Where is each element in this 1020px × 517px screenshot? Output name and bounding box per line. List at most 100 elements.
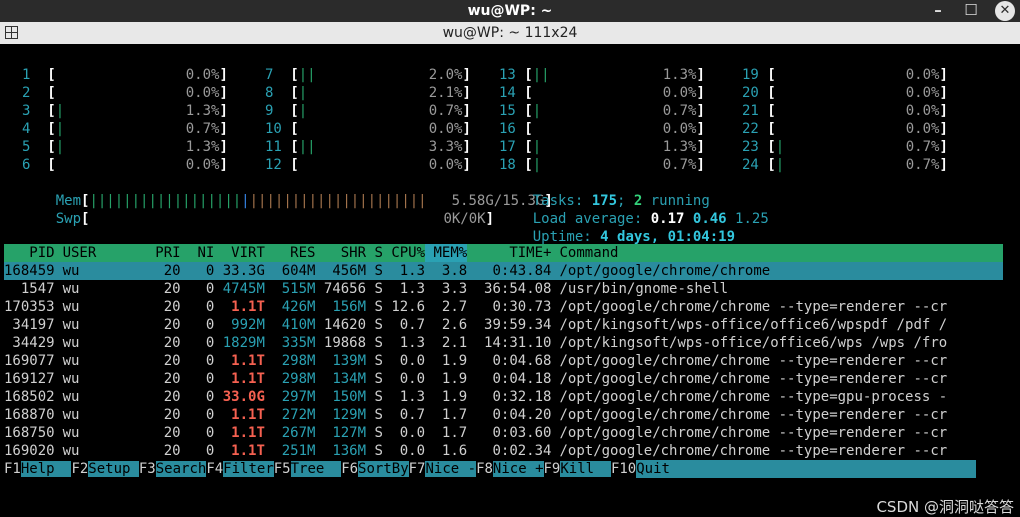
process-res: 267M [281, 425, 316, 441]
terminal-area[interactable]: 1 [0.0%] 2 [0.0%] 3 [| 1.3%] 4 [| 0.7%] 5 [| 1.… [0, 44, 1020, 516]
bracket: ] [462, 121, 471, 137]
process-row[interactable]: 170353 wu 20 0 1.1T 426M 156M S 12.6 2.7 0:30.73/o… [4, 298, 1003, 316]
process-row[interactable]: 168870 wu 20 0 1.1T 272M 129M S 0.7 1.7 0:04.20/op… [4, 406, 1003, 424]
column-ni[interactable]: NI [181, 244, 214, 262]
process-table-header[interactable]: PID USER PRI NI VIRT RES SHR S CPU% MEM% TIME+ Comm… [4, 244, 1003, 262]
process-pri: 20 [163, 407, 181, 423]
cpu-value: 3.3% [428, 139, 463, 155]
fkey-label-f2[interactable]: Setup [88, 461, 139, 477]
cpu-id: 20 [742, 85, 759, 101]
cpu-bar: | [55, 121, 65, 137]
column-shr[interactable]: SHR [315, 244, 366, 262]
fkey-f1[interactable]: F1 [4, 461, 21, 477]
process-mem: 1.6 [441, 443, 468, 459]
process-ni: 0 [205, 263, 215, 279]
fkey-f6[interactable]: F6 [341, 461, 358, 477]
process-pri: 20 [163, 443, 181, 459]
fkey-label-f10[interactable]: Quit [636, 460, 977, 478]
process-time: 0:03.60 [492, 425, 552, 441]
process-cpu: 1.3 [399, 263, 426, 279]
process-ni: 0 [205, 281, 215, 297]
process-row[interactable]: 168750 wu 20 0 1.1T 267M 127M S 0.0 1.7 0:03.60/op… [4, 424, 1003, 442]
bracket: [ [767, 103, 776, 119]
process-shr: 456M [332, 263, 367, 279]
process-virt: 1.1T [231, 425, 265, 441]
process-row[interactable]: 34429 wu 20 0 1829M 335M 19868 S 1.3 2.1 14:31.10 /… [4, 334, 1003, 352]
process-row[interactable]: 169020 wu 20 0 1.1T 251M 136M S 0.0 1.6 0:02.34/op… [4, 442, 1003, 460]
fkey-label-f3[interactable]: Search [155, 461, 207, 477]
cpu-value: 0.7% [905, 139, 940, 155]
process-ni: 0 [205, 425, 215, 441]
cpu-bar: || [532, 67, 550, 83]
column-time[interactable]: TIME+ [467, 244, 551, 262]
process-row[interactable]: 169127 wu 20 0 1.1T 298M 134M S 0.0 1.9 0:04.18/op… [4, 370, 1003, 388]
fkey-label-f4[interactable]: Filter [223, 461, 274, 477]
column-cmd[interactable]: Command [551, 244, 659, 262]
column-user[interactable]: USER [55, 244, 130, 262]
process-res: 298M [281, 371, 316, 387]
fkey-label-f6[interactable]: SortBy [358, 461, 409, 477]
process-row[interactable]: 169077 wu 20 0 1.1T 298M 139M S 0.0 1.9 0:04.68/op… [4, 352, 1003, 370]
cpu-value: 0.0% [185, 85, 220, 101]
process-mem: 1.9 [441, 371, 468, 387]
minimize-button[interactable]: – [927, 0, 949, 22]
process-pri: 20 [163, 335, 181, 351]
process-row[interactable]: 168459 wu 20 0 33.3G 604M 456M S 1.3 3.8 0:43.84/o… [4, 262, 1003, 280]
column-pid[interactable]: PID [4, 244, 54, 262]
cpu-bar: | [775, 157, 785, 173]
process-pid: 34429 [12, 335, 55, 351]
fkey-f7[interactable]: F7 [409, 461, 426, 477]
close-button[interactable]: ✕ [995, 1, 1015, 21]
column-mem[interactable]: MEM% [425, 244, 468, 262]
cpu-value: 1.3% [662, 67, 697, 83]
process-shr: 139M [332, 353, 367, 369]
fkey-f5[interactable]: F5 [274, 461, 291, 477]
process-res: 604M [281, 263, 316, 279]
bracket: ] [462, 157, 471, 173]
fkey-f2[interactable]: F2 [71, 461, 88, 477]
process-virt: 4745M [222, 281, 265, 297]
cpu-value: 1.3% [185, 103, 220, 119]
column-res[interactable]: RES [265, 244, 315, 262]
process-s: S [374, 389, 383, 405]
fkey-label-f1[interactable]: Help [20, 461, 72, 477]
process-user: wu [62, 407, 80, 423]
fkey-f3[interactable]: F3 [139, 461, 156, 477]
fkey-f10[interactable]: F10 [611, 461, 636, 477]
bracket: ] [696, 121, 705, 137]
process-row[interactable]: 168502 wu 20 0 33.0G 297M 150M S 1.3 1.9 0:32.18/o… [4, 388, 1003, 406]
cpu-meter-6: 6 [0.0%] [22, 156, 228, 174]
cpu-meter-15: 15 [| 0.7%] [499, 102, 705, 120]
process-user: wu [62, 317, 80, 333]
process-res: 298M [281, 353, 316, 369]
bracket: [ [290, 67, 299, 83]
column-cpu[interactable]: CPU% [383, 244, 425, 262]
cpu-id: 15 [499, 103, 516, 119]
cpu-meter-2: 2 [0.0%] [22, 84, 228, 102]
fkey-label-f9[interactable]: Kill [560, 461, 611, 477]
bracket: ] [939, 139, 948, 155]
bracket: ] [696, 139, 705, 155]
process-mem: 1.7 [441, 407, 468, 423]
column-pri[interactable]: PRI [130, 244, 180, 262]
fkey-f4[interactable]: F4 [206, 461, 223, 477]
fkey-f8[interactable]: F8 [476, 461, 493, 477]
cpu-id: 10 [265, 121, 282, 137]
bracket: [ [290, 103, 299, 119]
maximize-button[interactable]: ☐ [960, 0, 982, 22]
fkey-label-f5[interactable]: Tree [290, 461, 342, 477]
process-row[interactable]: 34197 wu 20 0 992M 410M 14620 S 0.7 2.6 39:59.34/o… [4, 316, 1003, 334]
process-cpu: 0.7 [399, 407, 426, 423]
process-cpu: 0.0 [399, 371, 426, 387]
fkey-f9[interactable]: F9 [544, 461, 561, 477]
column-virt[interactable]: VIRT [214, 244, 265, 262]
cpu-id: 14 [499, 85, 516, 101]
fkey-label-f8[interactable]: Nice + [492, 461, 544, 477]
cpu-id: 16 [499, 121, 516, 137]
process-row[interactable]: 1547 wu 20 0 4745M 515M 74656 S 1.3 3.3 36:54.08/u… [4, 280, 1003, 298]
fkey-label-f7[interactable]: Nice - [425, 461, 477, 477]
column-s[interactable]: S [366, 244, 382, 262]
process-res: 251M [281, 443, 316, 459]
